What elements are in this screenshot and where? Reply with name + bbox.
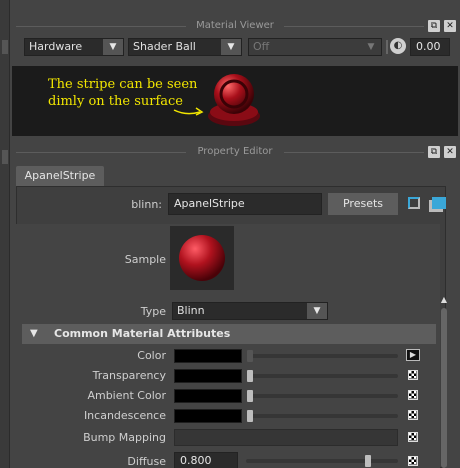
left-dock-strip — [0, 0, 10, 468]
node-name-field[interactable]: ApanelStripe — [168, 193, 322, 215]
incandescence-swatch[interactable] — [174, 409, 242, 423]
incandescence-slider-track[interactable] — [250, 414, 398, 418]
node-type-label: blinn: — [131, 198, 162, 211]
ambient-color-slider-knob[interactable] — [247, 390, 253, 402]
exposure-icon[interactable]: ◐ — [390, 38, 406, 54]
map-checker-icon[interactable] — [408, 456, 418, 466]
chevron-down-icon: ▼ — [221, 39, 241, 55]
vertical-scrollbar[interactable]: ▲ — [438, 296, 450, 468]
common-material-attributes-header[interactable]: ▼ Common Material Attributes — [22, 324, 436, 344]
geometry-dropdown[interactable]: Shader Ball ▼ — [128, 38, 242, 56]
diffuse-label: Diffuse — [127, 455, 166, 468]
float-panel-icon[interactable]: ⧉ — [428, 146, 440, 158]
title-rule — [16, 152, 186, 153]
property-editor-title: Property Editor — [191, 146, 279, 157]
map-checker-icon[interactable] — [408, 390, 418, 400]
transparency-slider-knob[interactable] — [247, 370, 253, 382]
environment-value: Off — [253, 40, 270, 53]
map-checker-icon[interactable] — [408, 432, 418, 442]
chevron-down-icon: ▼ — [307, 303, 327, 319]
chevron-down-icon: ▼ — [361, 39, 381, 55]
toolbar-separator — [386, 40, 388, 54]
ambient-color-swatch[interactable] — [174, 389, 242, 403]
scroll-up-icon[interactable]: ▲ — [440, 296, 448, 304]
map-checker-icon[interactable] — [408, 410, 418, 420]
focus-input-icon[interactable] — [408, 197, 420, 209]
type-label: Type — [140, 305, 166, 318]
chevron-down-icon: ▼ — [103, 39, 123, 55]
diffuse-slider-track[interactable] — [246, 459, 398, 463]
sample-swatch[interactable] — [170, 226, 234, 290]
renderer-dropdown[interactable]: Hardware ▼ — [24, 38, 124, 56]
transparency-label: Transparency — [92, 369, 166, 382]
sample-sphere-icon — [179, 235, 225, 281]
color-swatch[interactable] — [174, 349, 242, 363]
diffuse-value-field[interactable]: 0.800 — [174, 452, 238, 468]
close-icon[interactable]: ✕ — [444, 20, 456, 32]
presets-button[interactable]: Presets — [328, 193, 398, 215]
color-label: Color — [137, 349, 166, 362]
annotation-line: The stripe can be seen — [48, 77, 198, 92]
bump-mapping-label: Bump Mapping — [83, 431, 166, 444]
scroll-thumb[interactable] — [441, 308, 447, 468]
type-dropdown[interactable]: Blinn ▼ — [172, 302, 328, 320]
material-viewer-header: Material Viewer ⧉ ✕ — [12, 18, 458, 34]
collapse-triangle-icon: ▼ — [30, 328, 38, 339]
transparency-swatch[interactable] — [174, 369, 242, 383]
environment-dropdown[interactable]: Off ▼ — [248, 38, 382, 56]
exposure-field[interactable]: 0.00 — [410, 38, 450, 56]
float-panel-icon[interactable]: ⧉ — [428, 20, 440, 32]
renderer-value: Hardware — [29, 40, 83, 53]
title-rule — [284, 152, 424, 153]
color-slider-track[interactable] — [250, 354, 398, 358]
tab-apanelstripe[interactable]: ApanelStripe — [16, 166, 104, 186]
title-rule — [16, 26, 186, 27]
dock-tab[interactable] — [2, 150, 8, 164]
map-checker-icon[interactable] — [408, 370, 418, 380]
sample-label: Sample — [124, 253, 166, 266]
title-rule — [284, 26, 424, 27]
bump-mapping-field[interactable] — [174, 429, 398, 446]
section-title: Common Material Attributes — [54, 327, 231, 340]
type-value: Blinn — [177, 304, 205, 317]
property-editor-header: Property Editor ⧉ ✕ — [12, 144, 458, 160]
geometry-value: Shader Ball — [133, 40, 196, 53]
focus-output-icon[interactable] — [432, 197, 446, 209]
material-preview-viewport[interactable]: The stripe can be seen dimly on the surf… — [12, 66, 458, 136]
dock-tab[interactable] — [2, 40, 8, 54]
transparency-slider-track[interactable] — [250, 374, 398, 378]
incandescence-slider-knob[interactable] — [247, 410, 253, 422]
shader-ball-icon — [208, 74, 260, 126]
map-connected-icon[interactable]: ▶ — [406, 349, 420, 361]
close-icon[interactable]: ✕ — [444, 146, 456, 158]
material-viewer-title: Material Viewer — [190, 20, 280, 31]
diffuse-slider-knob[interactable] — [364, 455, 371, 467]
color-slider-knob[interactable] — [247, 350, 253, 362]
incandescence-label: Incandescence — [83, 409, 166, 422]
ambient-color-label: Ambient Color — [87, 389, 166, 402]
ambient-color-slider-track[interactable] — [250, 394, 398, 398]
